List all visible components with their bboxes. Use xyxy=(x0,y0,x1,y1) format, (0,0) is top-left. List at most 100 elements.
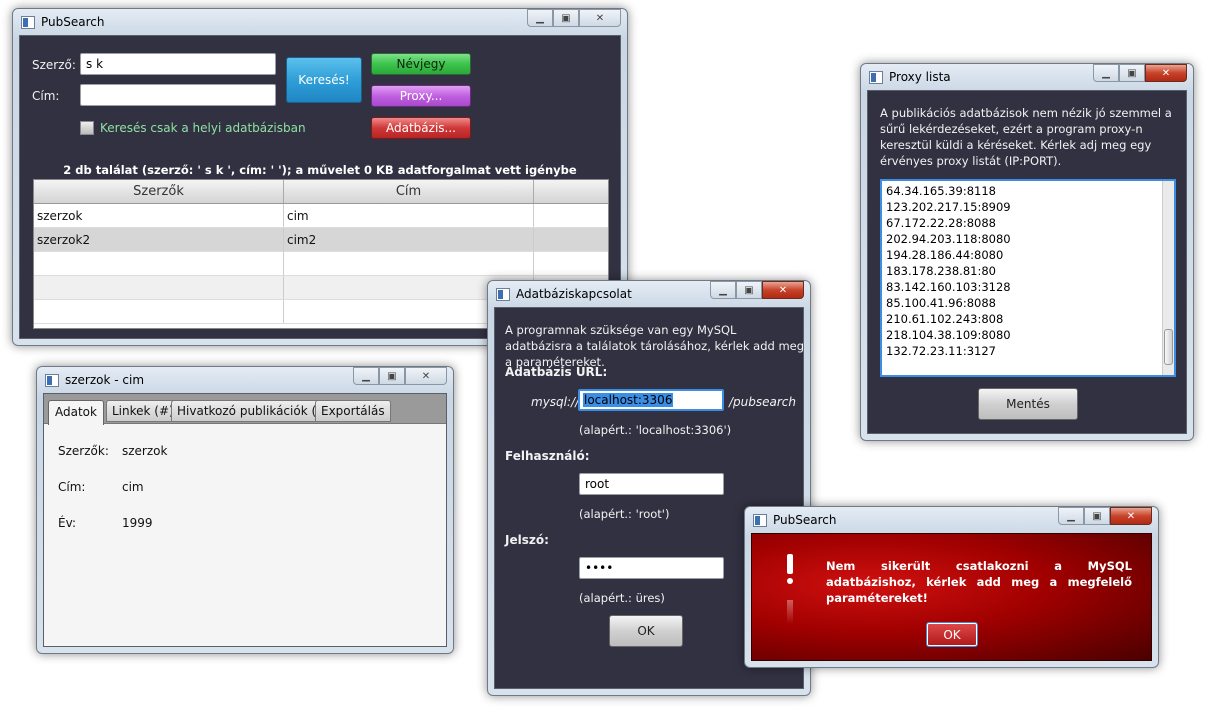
search-status: 2 db találat (szerző: ' s k ', cím: ' ')… xyxy=(63,163,577,177)
authors-field-value: szerzok xyxy=(122,444,168,458)
table-row-empty xyxy=(34,252,608,276)
column-title[interactable]: Cím xyxy=(284,180,534,203)
proxy-list-line: 67.172.22.28:8088 xyxy=(886,216,996,230)
main-titlebar[interactable]: PubSearch ▁ ▣ ✕ xyxy=(19,9,621,35)
proxy-window-title: Proxy lista xyxy=(889,70,951,84)
title-field-label: Cím: xyxy=(58,480,86,494)
proxy-list-line: 123.202.217.15:8909 xyxy=(886,200,1011,214)
error-window-title: PubSearch xyxy=(773,513,837,527)
tab-data[interactable]: Adatok xyxy=(48,400,104,425)
tab-citations[interactable]: Hivatkozó publikációk (#) xyxy=(171,400,337,422)
minimize-button[interactable]: ▁ xyxy=(353,367,379,385)
close-button[interactable]: ✕ xyxy=(1145,64,1187,82)
app-icon xyxy=(21,16,35,29)
maximize-button[interactable]: ▣ xyxy=(1119,64,1145,82)
password-input[interactable]: •••• xyxy=(579,557,724,579)
details-client: Adatok Linkek (#) Hivatkozó publikációk … xyxy=(43,393,447,647)
local-only-checkbox[interactable] xyxy=(80,121,94,135)
table-header: Szerzők Cím xyxy=(34,180,608,204)
proxy-list-line: 83.142.160.103:3128 xyxy=(886,280,1011,294)
maximize-button[interactable]: ▣ xyxy=(553,9,579,27)
url-prefix: mysql:// xyxy=(531,395,580,409)
proxy-list-line: 218.104.38.109:8080 xyxy=(886,328,1011,342)
url-default-hint: (alapért.: 'localhost:3306') xyxy=(579,423,732,437)
main-window-title: PubSearch xyxy=(41,15,105,29)
proxy-list-line: 132.72.23.11:3127 xyxy=(886,344,996,358)
year-field-label: Év: xyxy=(58,516,77,530)
proxy-list-text: 64.34.165.39:8118 123.202.217.15:8909 67.1… xyxy=(886,183,1011,359)
proxy-titlebar[interactable]: Proxy lista ▁ ▣ ✕ xyxy=(867,64,1187,90)
user-input[interactable]: root xyxy=(579,473,724,495)
db-window-title: Adatbáziskapcsolat xyxy=(516,287,632,301)
proxy-list-line: 210.61.102.243:808 xyxy=(886,312,1004,326)
error-window: PubSearch ▁ ▣ ✕ Nem sikerült csatlakozni… xyxy=(744,506,1159,668)
column-authors[interactable]: Szerzők xyxy=(34,180,284,203)
db-titlebar[interactable]: Adatbáziskapcsolat ▁ ▣ ✕ xyxy=(494,281,804,307)
password-default-hint: (alapért.: üres) xyxy=(579,591,665,605)
search-button[interactable]: Keresés! xyxy=(286,57,362,103)
cell-author: szerzok2 xyxy=(34,228,284,251)
minimize-button[interactable]: ▁ xyxy=(710,281,736,299)
proxy-list-line: 194.28.186.44:8080 xyxy=(886,248,1004,262)
url-label: Adatbázis URL: xyxy=(505,365,608,379)
table-row[interactable]: szerzok2 cim2 xyxy=(34,228,608,252)
author-label: Szerző: xyxy=(32,58,76,72)
tab-export[interactable]: Exportálás xyxy=(315,400,391,422)
table-row[interactable]: szerzok cim xyxy=(34,204,608,228)
year-field-value: 1999 xyxy=(122,516,153,530)
app-icon xyxy=(869,71,883,84)
close-button[interactable]: ✕ xyxy=(1110,507,1152,525)
db-intro: A programnak szüksége van egy MySQL adat… xyxy=(505,323,805,369)
proxy-list-line: 183.178.238.81:80 xyxy=(886,264,996,278)
local-only-label: Keresés csak a helyi adatbázisban xyxy=(100,121,306,135)
error-titlebar[interactable]: PubSearch ▁ ▣ ✕ xyxy=(751,507,1152,533)
authors-field-label: Szerzők: xyxy=(58,444,109,458)
database-button[interactable]: Adatbázis... xyxy=(371,117,471,139)
proxy-button[interactable]: Proxy... xyxy=(371,85,471,107)
scroll-thumb[interactable] xyxy=(1164,329,1173,365)
minimize-button[interactable]: ▁ xyxy=(1093,64,1119,82)
title-input[interactable] xyxy=(80,84,276,106)
error-client: Nem sikerült csatlakozni a MySQL adatbáz… xyxy=(751,533,1152,661)
details-window: szerzok - cim ▁ ▣ ✕ Adatok Linkek (#) Hi… xyxy=(36,366,454,654)
proxy-list-textarea[interactable]: 64.34.165.39:8118 123.202.217.15:8909 67.1… xyxy=(880,179,1176,377)
app-icon xyxy=(753,514,767,527)
details-window-title: szerzok - cim xyxy=(65,373,145,387)
proxy-list-line: 85.100.41.96:8088 xyxy=(886,296,996,310)
title-field-value: cim xyxy=(122,480,144,494)
url-input-selected-text: localhost:3306 xyxy=(583,393,674,407)
maximize-button[interactable]: ▣ xyxy=(379,367,405,385)
close-button[interactable]: ✕ xyxy=(579,9,621,27)
column-filler xyxy=(534,180,608,203)
tab-links[interactable]: Linkek (#) xyxy=(106,400,180,422)
proxy-scrollbar[interactable] xyxy=(1162,181,1174,375)
exclamation-icon xyxy=(780,550,800,650)
db-ok-button[interactable]: OK xyxy=(609,615,683,647)
error-ok-button[interactable]: OK xyxy=(926,622,978,647)
proxy-window: Proxy lista ▁ ▣ ✕ A publikációs adatbázi… xyxy=(860,63,1194,441)
author-input[interactable]: s k xyxy=(80,53,276,75)
about-button[interactable]: Névjegy xyxy=(371,53,471,75)
title-label: Cím: xyxy=(32,89,60,103)
url-input[interactable]: localhost:3306 xyxy=(578,389,724,411)
cell-title: cim2 xyxy=(284,228,534,251)
maximize-button[interactable]: ▣ xyxy=(1084,507,1110,525)
cell-title: cim xyxy=(284,204,534,227)
proxy-list-line: 64.34.165.39:8118 xyxy=(886,184,996,198)
save-button[interactable]: Mentés xyxy=(978,388,1078,420)
details-titlebar[interactable]: szerzok - cim ▁ ▣ ✕ xyxy=(43,367,447,393)
minimize-button[interactable]: ▁ xyxy=(1058,507,1084,525)
proxy-intro: A publikációs adatbázisok nem nézik jó s… xyxy=(880,106,1172,168)
cell-author: szerzok xyxy=(34,204,284,227)
proxy-list-line: 202.94.203.118:8080 xyxy=(886,232,1011,246)
app-icon xyxy=(496,288,510,301)
maximize-button[interactable]: ▣ xyxy=(736,281,762,299)
close-button[interactable]: ✕ xyxy=(405,367,447,385)
tab-bar: Adatok Linkek (#) Hivatkozó publikációk … xyxy=(44,394,446,425)
minimize-button[interactable]: ▁ xyxy=(527,9,553,27)
app-icon xyxy=(45,374,59,387)
password-label: Jelszó: xyxy=(505,533,549,547)
close-button[interactable]: ✕ xyxy=(762,281,804,299)
user-label: Felhasználó: xyxy=(505,449,590,463)
proxy-client: A publikációs adatbázisok nem nézik jó s… xyxy=(867,90,1187,434)
